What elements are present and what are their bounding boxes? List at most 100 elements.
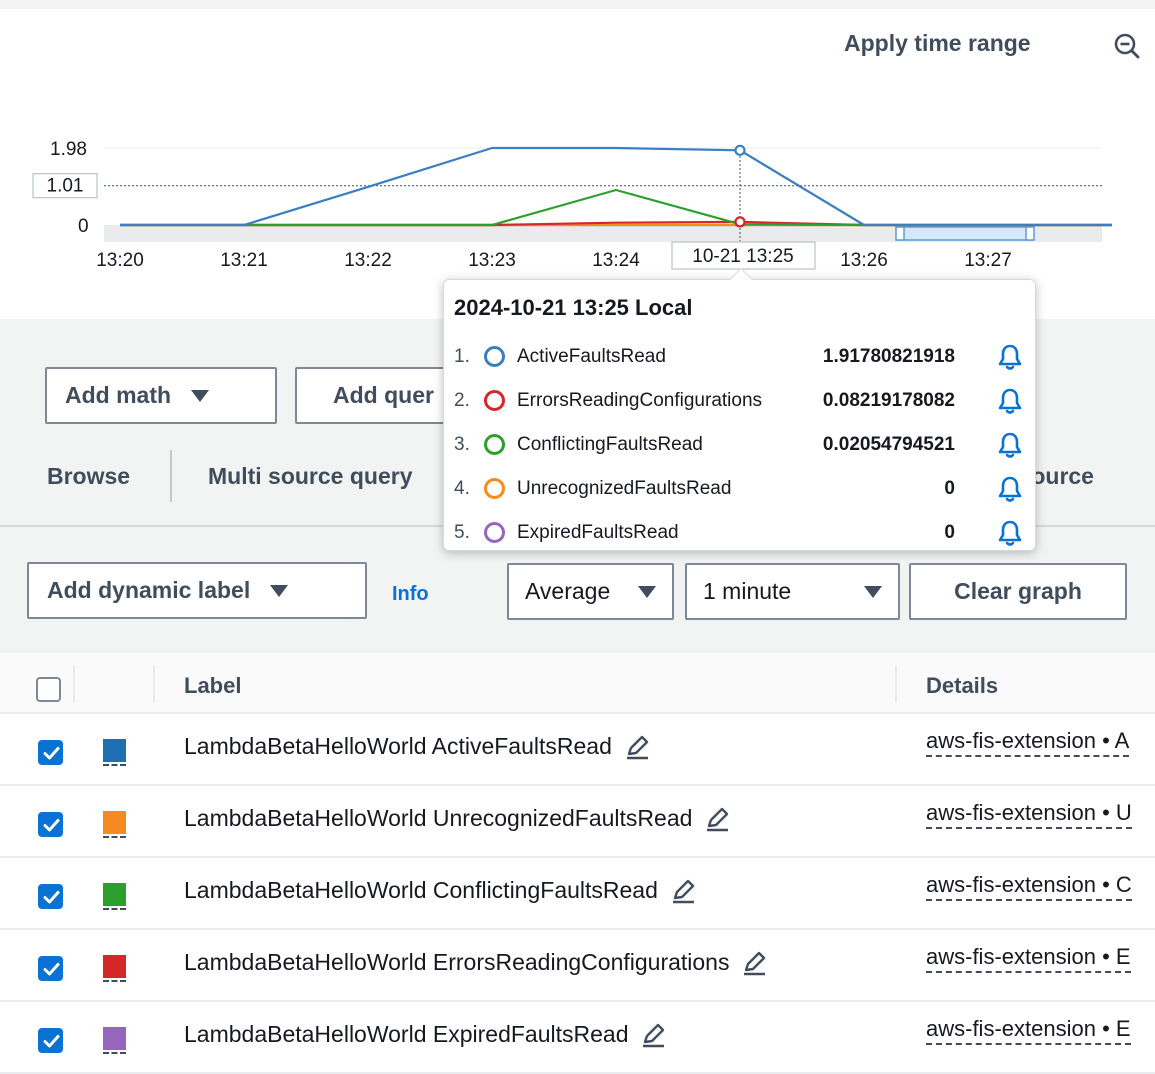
pencil-edit-icon[interactable]	[624, 734, 650, 760]
series-marker-icon	[484, 522, 505, 543]
metric-label: LambdaBetaHelloWorld ConflictingFaultsRe…	[184, 877, 658, 903]
x-tick-label: 13:23	[468, 250, 516, 271]
pencil-edit-icon[interactable]	[670, 878, 696, 904]
tooltip-row-number: 1.	[454, 346, 470, 367]
swatch-underline	[103, 908, 126, 910]
chart-labels: 1.98 0 1.01 13:20 13:21 13:22 13:23 13:24 13:26 1…	[32, 139, 1012, 271]
tab-browse[interactable]: Browse	[47, 463, 130, 490]
row-checkbox[interactable]	[38, 956, 63, 981]
crosshair-point-ErrorsReadingConfigurations	[734, 216, 746, 228]
info-link[interactable]: Info	[392, 583, 429, 606]
bell-alarm-icon[interactable]	[995, 518, 1025, 548]
statistic-select[interactable]: Average	[507, 563, 674, 620]
tooltip-series-value: 0	[944, 522, 955, 543]
column-header-label[interactable]: Label	[184, 673, 241, 699]
y-tick-label: 0	[78, 216, 89, 237]
period-select[interactable]: 1 minute	[685, 563, 900, 620]
tooltip-row-number: 5.	[454, 522, 470, 543]
period-value: 1 minute	[703, 578, 792, 604]
series-color-swatch[interactable]	[103, 739, 126, 762]
x-tick-label: 13:27	[964, 250, 1012, 271]
tooltip-row: 4. UnrecognizedFaultsRead 0	[444, 468, 1037, 512]
add-dynamic-label-text: Add dynamic label	[47, 577, 251, 603]
table-row[interactable]: LambdaBetaHelloWorld ErrorsReadingConfig…	[0, 930, 1155, 1002]
series-color-swatch[interactable]	[103, 1027, 126, 1050]
swatch-underline	[103, 764, 126, 766]
row-label-cell: LambdaBetaHelloWorld ErrorsReadingConfig…	[184, 949, 767, 976]
metric-details[interactable]: aws-fis-extension • U	[926, 800, 1132, 829]
series-color-swatch[interactable]	[103, 883, 126, 906]
column-header-details[interactable]: Details	[926, 673, 998, 699]
pencil-edit-icon[interactable]	[741, 950, 767, 976]
row-label-cell: LambdaBetaHelloWorld ConflictingFaultsRe…	[184, 877, 696, 904]
metric-details[interactable]: aws-fis-extension • C	[926, 872, 1132, 901]
metric-details[interactable]: aws-fis-extension • E	[926, 944, 1131, 973]
tooltip-series-value: 0.08219178082	[822, 390, 955, 411]
tooltip-row: 2. ErrorsReadingConfigurations 0.082191780…	[444, 380, 1037, 424]
x-tick-label: 13:24	[592, 250, 640, 271]
table-row[interactable]: LambdaBetaHelloWorld ExpiredFaultsRead aw…	[0, 1002, 1155, 1074]
row-label-cell: LambdaBetaHelloWorld ExpiredFaultsRead	[184, 1021, 666, 1048]
column-separator	[73, 665, 75, 703]
caret-down-icon	[638, 585, 656, 598]
statistic-value: Average	[525, 578, 611, 604]
clear-graph-button[interactable]: Clear graph	[909, 563, 1127, 620]
y-crosshair-label: 1.01	[47, 176, 84, 197]
table-row[interactable]: LambdaBetaHelloWorld ActiveFaultsRead aws…	[0, 714, 1155, 786]
pencil-edit-icon[interactable]	[640, 1022, 666, 1048]
tooltip-series-value: 0	[944, 478, 955, 499]
caret-down-icon	[191, 389, 210, 402]
tooltip-title: 2024-10-21 13:25 Local	[454, 295, 693, 320]
row-checkbox[interactable]	[38, 812, 63, 837]
clear-graph-label: Clear graph	[954, 578, 1082, 604]
series-line-ActiveFaultsRead	[120, 146, 1112, 227]
range-selector-handle-left[interactable]	[895, 226, 905, 241]
tab-divider	[170, 450, 172, 502]
add-math-label: Add math	[65, 382, 172, 408]
row-checkbox[interactable]	[38, 1028, 63, 1053]
swatch-underline	[103, 1052, 126, 1054]
bell-alarm-icon[interactable]	[995, 386, 1025, 416]
add-dynamic-label-button[interactable]: Add dynamic label	[27, 562, 367, 619]
metric-details[interactable]: aws-fis-extension • E	[926, 1016, 1131, 1045]
tooltip-row: 1. ActiveFaultsRead 1.91780821918	[444, 336, 1037, 380]
pencil-edit-icon[interactable]	[704, 806, 730, 832]
tab-multi-source-query[interactable]: Multi source query	[208, 463, 412, 490]
range-selector-handle-right[interactable]	[1025, 226, 1035, 241]
tooltip-series-value: 1.91780821918	[822, 346, 955, 367]
bell-alarm-icon[interactable]	[995, 474, 1025, 504]
tooltip-row: 5. ExpiredFaultsRead 0	[444, 512, 1037, 556]
metric-label: LambdaBetaHelloWorld ErrorsReadingConfig…	[184, 949, 730, 975]
add-math-button[interactable]: Add math	[45, 367, 277, 424]
bell-alarm-icon[interactable]	[995, 342, 1025, 372]
x-tick-label: 13:26	[840, 250, 888, 271]
series-color-swatch[interactable]	[103, 955, 126, 978]
row-checkbox[interactable]	[38, 740, 63, 765]
row-label-cell: LambdaBetaHelloWorld UnrecognizedFaultsR…	[184, 805, 730, 832]
tooltip-series-name: ExpiredFaultsRead	[517, 522, 679, 543]
row-checkbox[interactable]	[38, 884, 63, 909]
swatch-underline	[103, 980, 126, 982]
select-all-checkbox[interactable]	[36, 677, 61, 702]
add-query-button[interactable]: Add quer	[295, 367, 455, 424]
series-line-ConflictingFaultsRead	[120, 188, 1112, 227]
series-marker-icon	[484, 390, 505, 411]
metric-label: LambdaBetaHelloWorld UnrecognizedFaultsR…	[184, 805, 693, 831]
range-selector-window[interactable]	[897, 226, 1033, 241]
x-crosshair-label: 10-21 13:25	[692, 246, 793, 267]
table-header: Label Details	[0, 653, 1155, 714]
series-color-swatch[interactable]	[103, 811, 126, 834]
metric-details[interactable]: aws-fis-extension • A	[926, 728, 1130, 757]
chart-tooltip: 2024-10-21 13:25 Local 1. ActiveFaultsRea…	[443, 267, 1037, 551]
table-row[interactable]: LambdaBetaHelloWorld ConflictingFaultsRe…	[0, 858, 1155, 930]
table-row[interactable]: LambdaBetaHelloWorld UnrecognizedFaultsR…	[0, 786, 1155, 858]
tooltip-row-number: 4.	[454, 478, 470, 499]
tooltip-series-name: ErrorsReadingConfigurations	[517, 390, 763, 411]
line-chart[interactable]: 1.98 0 1.01 13:20 13:21 13:22 13:23 13:24 13:26 1…	[0, 0, 1155, 320]
tooltip-series-value: 0.02054794521	[822, 434, 955, 455]
x-tick-label: 13:20	[96, 250, 144, 271]
bell-alarm-icon[interactable]	[995, 430, 1025, 460]
chart-grid	[104, 147, 1102, 242]
tooltip-series-name: UnrecognizedFaultsRead	[517, 478, 732, 499]
swatch-underline	[103, 836, 126, 838]
